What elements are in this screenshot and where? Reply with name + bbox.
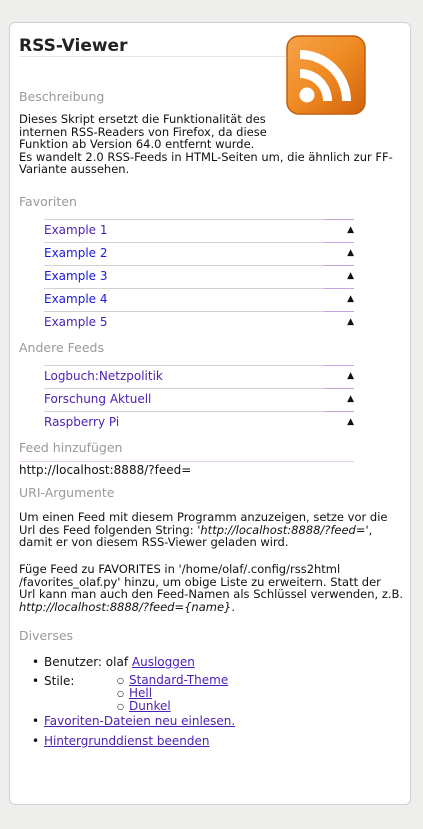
list-item: Stile: Standard-Theme Hell Dunkel (32, 674, 235, 714)
uri-paragraph-1: Um einen Feed mit diesem Programm anzuze… (19, 510, 388, 549)
page-title: RSS-Viewer (19, 36, 287, 57)
list-item: Benutzer: olaf Ausloggen (32, 655, 235, 674)
up-arrow-icon[interactable]: ▲ (347, 248, 354, 258)
logout-link[interactable]: Ausloggen (132, 655, 195, 669)
section-beschreibung: Beschreibung (19, 89, 105, 104)
style-link-dunkel[interactable]: Dunkel (129, 699, 171, 713)
favorite-row[interactable]: Example 1 ▲ (44, 219, 354, 241)
up-arrow-icon[interactable]: ▲ (347, 417, 354, 427)
feed-link[interactable]: Logbuch:Netzpolitik (44, 369, 163, 383)
up-arrow-icon[interactable]: ▲ (347, 294, 354, 304)
favorite-link[interactable]: Example 3 (44, 269, 108, 283)
stop-service-link[interactable]: Hintergrunddienst beenden (44, 734, 209, 748)
section-diverses: Diverses (19, 628, 74, 643)
feed-link[interactable]: Raspberry Pi (44, 415, 119, 429)
up-arrow-icon[interactable]: ▲ (347, 371, 354, 381)
favorite-link[interactable]: Example 4 (44, 292, 108, 306)
section-andere-feeds: Andere Feeds (19, 340, 104, 355)
styles-list: Standard-Theme Hell Dunkel (117, 673, 228, 714)
feed-row[interactable]: Forschung Aktuell ▲ (44, 388, 354, 410)
list-item: Hintergrunddienst beenden (32, 734, 235, 753)
list-item: Favoriten-Dateien neu einlesen. (32, 714, 235, 734)
up-arrow-icon[interactable]: ▲ (347, 225, 354, 235)
feed-row[interactable]: Raspberry Pi ▲ (44, 411, 354, 433)
section-feed-hinzufuegen: Feed hinzufügen (19, 440, 123, 455)
up-arrow-icon[interactable]: ▲ (347, 394, 354, 404)
description-text: Dieses Skript ersetzt die Funktionalität… (19, 112, 393, 176)
favorite-link[interactable]: Example 1 (44, 223, 108, 237)
feed-link[interactable]: Forschung Aktuell (44, 392, 151, 406)
favorite-row[interactable]: Example 4 ▲ (44, 288, 354, 310)
section-favoriten: Favoriten (19, 194, 77, 209)
add-feed-input-value[interactable]: http://localhost:8888/?feed= (19, 463, 191, 477)
up-arrow-icon[interactable]: ▲ (347, 271, 354, 281)
favorite-link[interactable]: Example 2 (44, 246, 108, 260)
up-arrow-icon[interactable]: ▲ (347, 317, 354, 327)
style-link-hell[interactable]: Hell (129, 686, 152, 700)
style-link-standard[interactable]: Standard-Theme (129, 673, 228, 687)
feed-row[interactable]: Logbuch:Netzpolitik ▲ (44, 365, 354, 387)
favorite-row[interactable]: Example 5 ▲ (44, 311, 354, 333)
favorite-link[interactable]: Example 5 (44, 315, 108, 329)
favorite-row[interactable]: Example 3 ▲ (44, 265, 354, 287)
uri-paragraph-2: Füge Feed zu FAVORITES in '/home/olaf/.c… (19, 562, 404, 614)
favorite-row[interactable]: Example 2 ▲ (44, 242, 354, 264)
diverses-list: Benutzer: olaf Ausloggen Stile: Standard… (32, 655, 235, 753)
section-uri-argumente: URI-Argumente (19, 485, 115, 500)
reload-favorites-link[interactable]: Favoriten-Dateien neu einlesen. (44, 714, 235, 728)
rss-feed-icon (286, 35, 366, 115)
